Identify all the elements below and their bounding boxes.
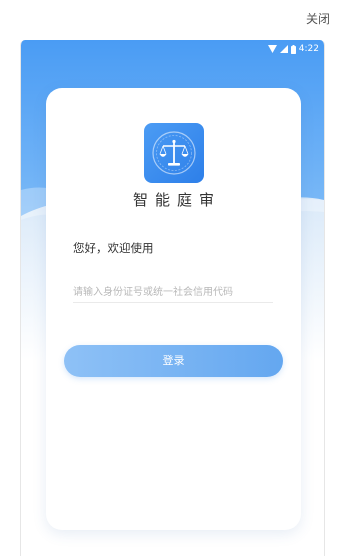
login-card: 智能庭审 您好，欢迎使用 登录: [46, 88, 301, 530]
login-button[interactable]: 登录: [64, 345, 283, 377]
scales-of-justice-icon: [144, 123, 204, 183]
status-time: 4:22: [298, 44, 319, 54]
app-name: 智能庭审: [132, 191, 221, 209]
greeting-text: 您好，欢迎使用: [73, 241, 154, 255]
wifi-icon: [267, 45, 277, 53]
status-bar: 4:22: [267, 43, 319, 55]
phone-frame: 4:22 智能庭审 您好，欢迎使用 请输入身份证号或统一社会信用代码 登录: [20, 40, 325, 556]
login-page: 关闭 4:22 智能庭审 您好，欢迎使用 请输入身份证号或统一社会信用代码 登录: [0, 0, 345, 556]
battery-icon: [290, 44, 296, 54]
signal-icon: [279, 45, 288, 53]
close-button[interactable]: 关闭: [306, 11, 330, 27]
id-number-input[interactable]: [73, 282, 273, 303]
